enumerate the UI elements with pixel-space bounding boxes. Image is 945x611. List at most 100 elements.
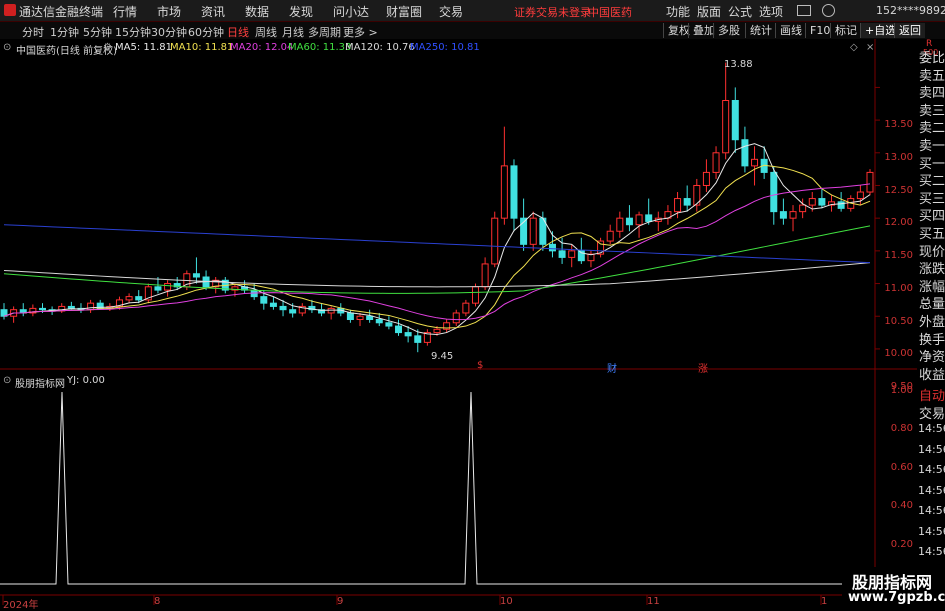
ma20-label: MA20: 12.04 bbox=[230, 42, 294, 53]
candle-body bbox=[125, 296, 133, 301]
title-bar: 通达信金融终端 行情 市场 资讯 数据 发现 问小达 财富圈 交易 证券交易未登… bbox=[0, 0, 945, 22]
menu-market[interactable]: 市场 bbox=[157, 3, 181, 20]
statistics-button[interactable]: 统计 bbox=[745, 23, 776, 38]
stock-name-title: 中国医药 bbox=[588, 6, 632, 19]
chart-diamond-icon[interactable]: ◇ bbox=[850, 42, 858, 53]
ma60-label: MA60: 11.33 bbox=[288, 42, 352, 53]
period-tab-15min[interactable]: 15分钟 bbox=[115, 24, 151, 40]
candle-body bbox=[674, 198, 682, 213]
candle-body bbox=[606, 230, 614, 242]
candle-body bbox=[789, 211, 797, 219]
menu-layout[interactable]: 版面 bbox=[697, 3, 721, 20]
quote-field-2: 卖四 bbox=[919, 86, 945, 102]
candle-body bbox=[154, 286, 162, 291]
account-id[interactable]: 152****9892 bbox=[876, 4, 945, 17]
candle-body bbox=[192, 273, 200, 278]
mail-icon[interactable] bbox=[797, 5, 811, 16]
trade-login-status[interactable]: 证券交易未登录 bbox=[514, 4, 591, 20]
quote-field-1: 卖五 bbox=[919, 68, 945, 84]
period-tab-30min[interactable]: 30分钟 bbox=[151, 24, 187, 40]
menu-function[interactable]: 功能 bbox=[666, 3, 690, 20]
candle-body bbox=[356, 315, 364, 321]
menu-options[interactable]: 选项 bbox=[759, 3, 783, 20]
user-icon[interactable] bbox=[822, 4, 835, 17]
chart-collapse-icon[interactable]: ⊙ bbox=[3, 42, 11, 53]
candle-body bbox=[87, 302, 95, 311]
candle-body bbox=[433, 328, 441, 334]
indicator-tick-2: 0.60 bbox=[890, 461, 913, 473]
menu-wealth[interactable]: 财富圈 bbox=[386, 3, 422, 20]
trade-time-2: 14:56 bbox=[918, 463, 945, 476]
candle-body bbox=[269, 302, 277, 307]
period-tab-monthly[interactable]: 月线 bbox=[282, 24, 304, 40]
candle-body bbox=[38, 307, 46, 311]
period-tab-multi[interactable]: 多周期 bbox=[308, 24, 341, 40]
menu-news[interactable]: 资讯 bbox=[201, 3, 225, 20]
yj-indicator-series bbox=[0, 391, 875, 585]
high-price-label: 13.88 bbox=[724, 59, 753, 70]
menu-discover[interactable]: 发现 bbox=[289, 3, 313, 20]
candle-body bbox=[462, 302, 470, 314]
trade-time-6: 14:56 bbox=[918, 545, 945, 558]
auto-trade-line1[interactable]: 自动 bbox=[919, 385, 945, 404]
x-label-oct: 10 bbox=[500, 596, 513, 607]
candle-body bbox=[366, 315, 374, 321]
candle-body bbox=[471, 286, 479, 304]
chart-close-icon[interactable]: × bbox=[866, 42, 874, 53]
candle-body bbox=[404, 332, 412, 337]
menu-data[interactable]: 数据 bbox=[245, 3, 269, 20]
price-tick-6: 10.50 bbox=[884, 315, 913, 327]
candle-body bbox=[866, 171, 874, 193]
menu-ask[interactable]: 问小达 bbox=[333, 3, 369, 20]
period-tab-weekly[interactable]: 周线 bbox=[255, 24, 277, 40]
trade-time-0: 14:56 bbox=[918, 422, 945, 435]
chart-settings-icon[interactable]: ⚙ bbox=[103, 42, 112, 53]
back-button[interactable]: 返回 bbox=[894, 23, 925, 38]
candle-body bbox=[67, 305, 75, 309]
trade-time-5: 14:56 bbox=[918, 524, 945, 538]
x-label-sep: 9 bbox=[337, 596, 344, 607]
mark-button[interactable]: 标记 bbox=[830, 23, 861, 38]
x-label-nov: 11 bbox=[647, 596, 660, 607]
menu-quotes[interactable]: 行情 bbox=[113, 3, 137, 20]
candle-body bbox=[770, 171, 778, 213]
indicator-tick-3: 0.40 bbox=[890, 500, 913, 512]
candle-body bbox=[481, 263, 489, 288]
quote-field-3: 卖三 bbox=[919, 103, 945, 119]
period-tab-5min[interactable]: 5分钟 bbox=[83, 24, 112, 40]
candle-body bbox=[289, 309, 297, 314]
x-label-aug: 8 bbox=[154, 596, 161, 607]
event-marker-dividend[interactable]: $ bbox=[477, 360, 483, 371]
event-marker-rise[interactable]: 涨 bbox=[698, 360, 708, 375]
candle-body bbox=[164, 283, 172, 291]
quote-field-14: 总量 bbox=[919, 297, 945, 313]
subchart-value: YJ: 0.00 bbox=[67, 375, 105, 386]
quote-field-9: 买四 bbox=[919, 209, 945, 225]
period-toolbar: 分时 1分钟 5分钟 15分钟 30分钟 60分钟 日线 周线 月线 多周期 更… bbox=[0, 22, 945, 39]
price-tick-3: 12.00 bbox=[884, 217, 913, 229]
candle-body bbox=[702, 171, 710, 186]
candle-body bbox=[327, 307, 335, 314]
period-tab-60min[interactable]: 60分钟 bbox=[188, 24, 224, 40]
period-tab-daily[interactable]: 日线 bbox=[227, 24, 249, 40]
draw-line-button[interactable]: 画线 bbox=[775, 23, 806, 38]
candle-body bbox=[722, 99, 730, 154]
watermark-url: www.7gpzb.com bbox=[848, 590, 945, 605]
period-tab-more[interactable]: 更多 > bbox=[343, 24, 378, 40]
multi-stock-button[interactable]: 多股 bbox=[713, 23, 744, 38]
menu-trade[interactable]: 交易 bbox=[439, 3, 463, 20]
candle-body bbox=[712, 152, 720, 173]
low-price-label: 9.45 bbox=[431, 351, 454, 362]
menu-formula[interactable]: 公式 bbox=[728, 3, 752, 20]
period-tab-1min[interactable]: 1分钟 bbox=[50, 24, 79, 40]
quote-field-15: 外盘 bbox=[919, 315, 945, 330]
candle-body bbox=[625, 217, 633, 226]
indicator-tick-4: 0.20 bbox=[890, 538, 913, 550]
auto-trade-line2[interactable]: 交易 bbox=[919, 403, 945, 422]
period-tab-timeshare[interactable]: 分时 bbox=[22, 24, 44, 40]
chart-area[interactable] bbox=[0, 39, 917, 609]
quote-field-7: 买二 bbox=[919, 174, 945, 190]
event-marker-finance[interactable]: 财 bbox=[607, 360, 617, 375]
watermark-logo: 股朋指标网 www.7gpzb.com bbox=[842, 567, 945, 609]
subchart-collapse-icon[interactable]: ⊙ bbox=[3, 375, 11, 386]
